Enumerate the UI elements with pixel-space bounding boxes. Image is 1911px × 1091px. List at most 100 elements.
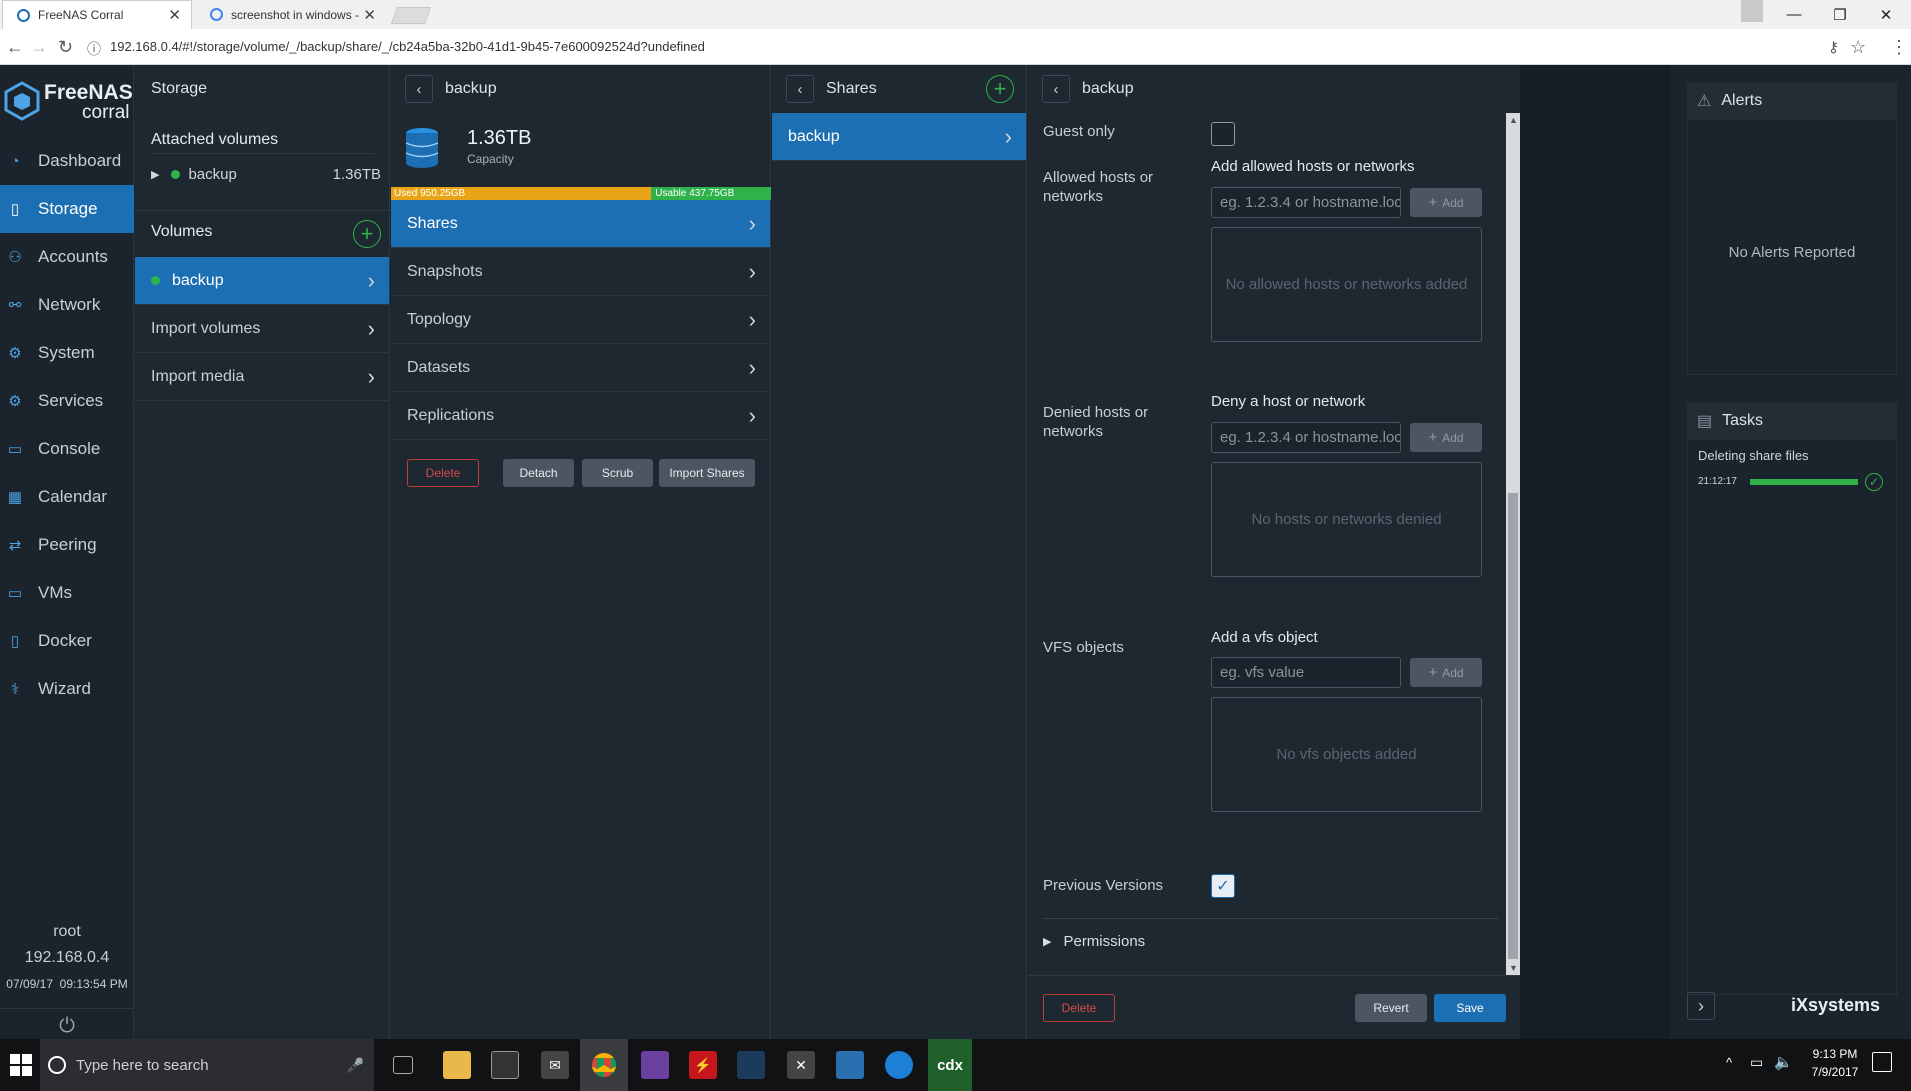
services-icon: ⚙: [8, 393, 22, 410]
scrollbar-thumb[interactable]: [1508, 493, 1518, 959]
microphone-icon[interactable]: 🎤: [347, 1057, 364, 1074]
taskbar-search-box[interactable]: Type here to search 🎤: [40, 1039, 374, 1091]
vfs-object-input[interactable]: eg. vfs value: [1211, 657, 1401, 688]
add-denied-host-button[interactable]: + Add: [1410, 423, 1482, 452]
file-explorer-icon[interactable]: [443, 1051, 471, 1079]
guest-only-checkbox[interactable]: [1211, 122, 1235, 146]
new-tab-button[interactable]: [390, 7, 432, 24]
magnifier-app-icon[interactable]: [836, 1051, 864, 1079]
capacity-label: Capacity: [467, 152, 514, 166]
scrollbar[interactable]: ▲ ▼: [1506, 113, 1520, 975]
browser-menu-icon[interactable]: ⋮: [1890, 37, 1908, 58]
reload-icon[interactable]: ↻: [58, 37, 73, 58]
used-label: Used 950.25GB: [394, 188, 466, 199]
volume-menu-snapshots[interactable]: Snapshots ›: [391, 248, 770, 296]
attached-volume-row[interactable]: ▶ backup 1.36TB: [151, 161, 381, 187]
task-view-icon[interactable]: [393, 1056, 413, 1074]
nav-wizard[interactable]: ⚕ Wizard: [0, 665, 134, 713]
scroll-down-icon[interactable]: ▼: [1509, 963, 1518, 973]
add-vfs-object-button[interactable]: + Add: [1410, 658, 1482, 687]
column-title: backup: [1082, 80, 1134, 97]
minimize-icon[interactable]: —: [1771, 0, 1817, 29]
url-field[interactable]: 192.168.0.4/#!/storage/volume/_/backup/s…: [110, 39, 705, 54]
tasks-body: [1687, 439, 1897, 995]
allowed-hosts-input[interactable]: eg. 1.2.3.4 or hostname.local: [1211, 187, 1401, 218]
volume-menu-replications[interactable]: Replications ›: [391, 392, 770, 440]
mail-icon[interactable]: ✉: [541, 1051, 569, 1079]
nav-docker[interactable]: ▯ Docker: [0, 617, 134, 665]
add-share-button[interactable]: +: [986, 75, 1014, 103]
cdx-app-icon[interactable]: cdx: [928, 1039, 972, 1091]
windows-start-icon[interactable]: [10, 1054, 32, 1076]
volume-menu-topology[interactable]: Topology ›: [391, 296, 770, 344]
volume-menu-datasets[interactable]: Datasets ›: [391, 344, 770, 392]
nav-calendar[interactable]: ▦ Calendar: [0, 473, 134, 521]
bookmark-star-icon[interactable]: ☆: [1850, 37, 1866, 58]
back-chevron-icon[interactable]: ‹: [786, 75, 814, 103]
key-icon[interactable]: ⚷: [1828, 38, 1839, 56]
permissions-toggle[interactable]: ▶ Permissions: [1043, 933, 1145, 950]
nav-vms[interactable]: ▭ VMs: [0, 569, 134, 617]
scroll-up-icon[interactable]: ▲: [1509, 115, 1518, 125]
network-tray-icon[interactable]: ▭: [1750, 1054, 1763, 1071]
action-center-icon[interactable]: [1872, 1052, 1892, 1072]
share-item-backup[interactable]: backup ›: [772, 113, 1026, 161]
column-title: Storage: [151, 80, 208, 97]
nav-system[interactable]: ⚙ System: [0, 329, 134, 377]
address-bar: ← → ↻ ⓘ 192.168.0.4/#!/storage/volume/_/…: [0, 29, 1911, 65]
search-placeholder: Type here to search: [76, 1056, 209, 1074]
profile-icon[interactable]: [1741, 0, 1763, 22]
delete-share-button[interactable]: Delete: [1043, 994, 1115, 1022]
volume-item-backup[interactable]: backup ›: [135, 257, 389, 305]
restore-icon[interactable]: ❐: [1817, 0, 1863, 29]
site-info-icon[interactable]: ⓘ: [87, 39, 101, 59]
nav-dashboard[interactable]: ◔ Dashboard: [0, 137, 134, 185]
add-allowed-host-button[interactable]: + Add: [1410, 188, 1482, 217]
add-volume-button[interactable]: +: [353, 220, 381, 248]
import-volumes-item[interactable]: Import volumes ›: [135, 305, 389, 353]
store-icon[interactable]: [491, 1051, 519, 1079]
capacity-value: 1.36TB: [467, 127, 532, 149]
import-shares-button[interactable]: Import Shares: [659, 459, 755, 487]
tray-chevron-icon[interactable]: ^: [1726, 1055, 1732, 1070]
nav-peering[interactable]: ⇄ Peering: [0, 521, 134, 569]
expand-triangle-icon[interactable]: ▶: [151, 168, 159, 181]
tab-freenas[interactable]: FreeNAS Corral ✕: [2, 0, 192, 29]
delete-volume-button[interactable]: Delete: [407, 459, 479, 487]
revert-button[interactable]: Revert: [1355, 994, 1427, 1022]
power-icon[interactable]: ⏻: [52, 1011, 82, 1041]
detach-button[interactable]: Detach: [503, 459, 574, 487]
nav-accounts[interactable]: ⚇ Accounts: [0, 233, 134, 281]
vfs-objects-list: No vfs objects added: [1211, 697, 1482, 812]
clock-time[interactable]: 9:13 PM: [1800, 1047, 1870, 1061]
save-button[interactable]: Save: [1434, 994, 1506, 1022]
menu-label: Snapshots: [407, 262, 483, 280]
import-media-item[interactable]: Import media ›: [135, 353, 389, 401]
nav-services[interactable]: ⚙ Services: [0, 377, 134, 425]
button-label: Add: [1442, 195, 1464, 210]
app-icon[interactable]: [641, 1051, 669, 1079]
window-close-icon[interactable]: ✕: [1863, 0, 1909, 29]
tool-app-icon[interactable]: ✕: [787, 1051, 815, 1079]
denied-hosts-input[interactable]: eg. 1.2.3.4 or hostname.local: [1211, 422, 1401, 453]
tab-google[interactable]: screenshot in windows - ✕: [196, 0, 386, 29]
scrub-button[interactable]: Scrub: [582, 459, 653, 487]
previous-versions-checkbox[interactable]: ✓: [1211, 874, 1235, 898]
browser-app-icon[interactable]: [885, 1051, 913, 1079]
nav-console[interactable]: ▭ Console: [0, 425, 134, 473]
back-chevron-icon[interactable]: ‹: [405, 75, 433, 103]
forward-icon[interactable]: →: [30, 37, 48, 58]
volume-menu-shares[interactable]: Shares ›: [391, 200, 770, 248]
volume-tray-icon[interactable]: 🔈: [1774, 1053, 1793, 1071]
steam-icon[interactable]: [737, 1051, 765, 1079]
expand-panel-chevron-icon[interactable]: ›: [1687, 992, 1715, 1020]
clock-date[interactable]: 7/9/2017: [1800, 1065, 1870, 1079]
nav-storage[interactable]: ▯ Storage: [0, 185, 134, 233]
nav-network[interactable]: ⚯ Network: [0, 281, 134, 329]
back-chevron-icon[interactable]: ‹: [1042, 75, 1070, 103]
flash-app-icon[interactable]: ⚡: [689, 1051, 717, 1079]
tab-close-icon[interactable]: ✕: [168, 6, 181, 24]
tab-close-icon[interactable]: ✕: [363, 6, 376, 24]
back-icon[interactable]: ←: [6, 37, 24, 58]
chrome-taskbar-icon[interactable]: [580, 1039, 628, 1091]
